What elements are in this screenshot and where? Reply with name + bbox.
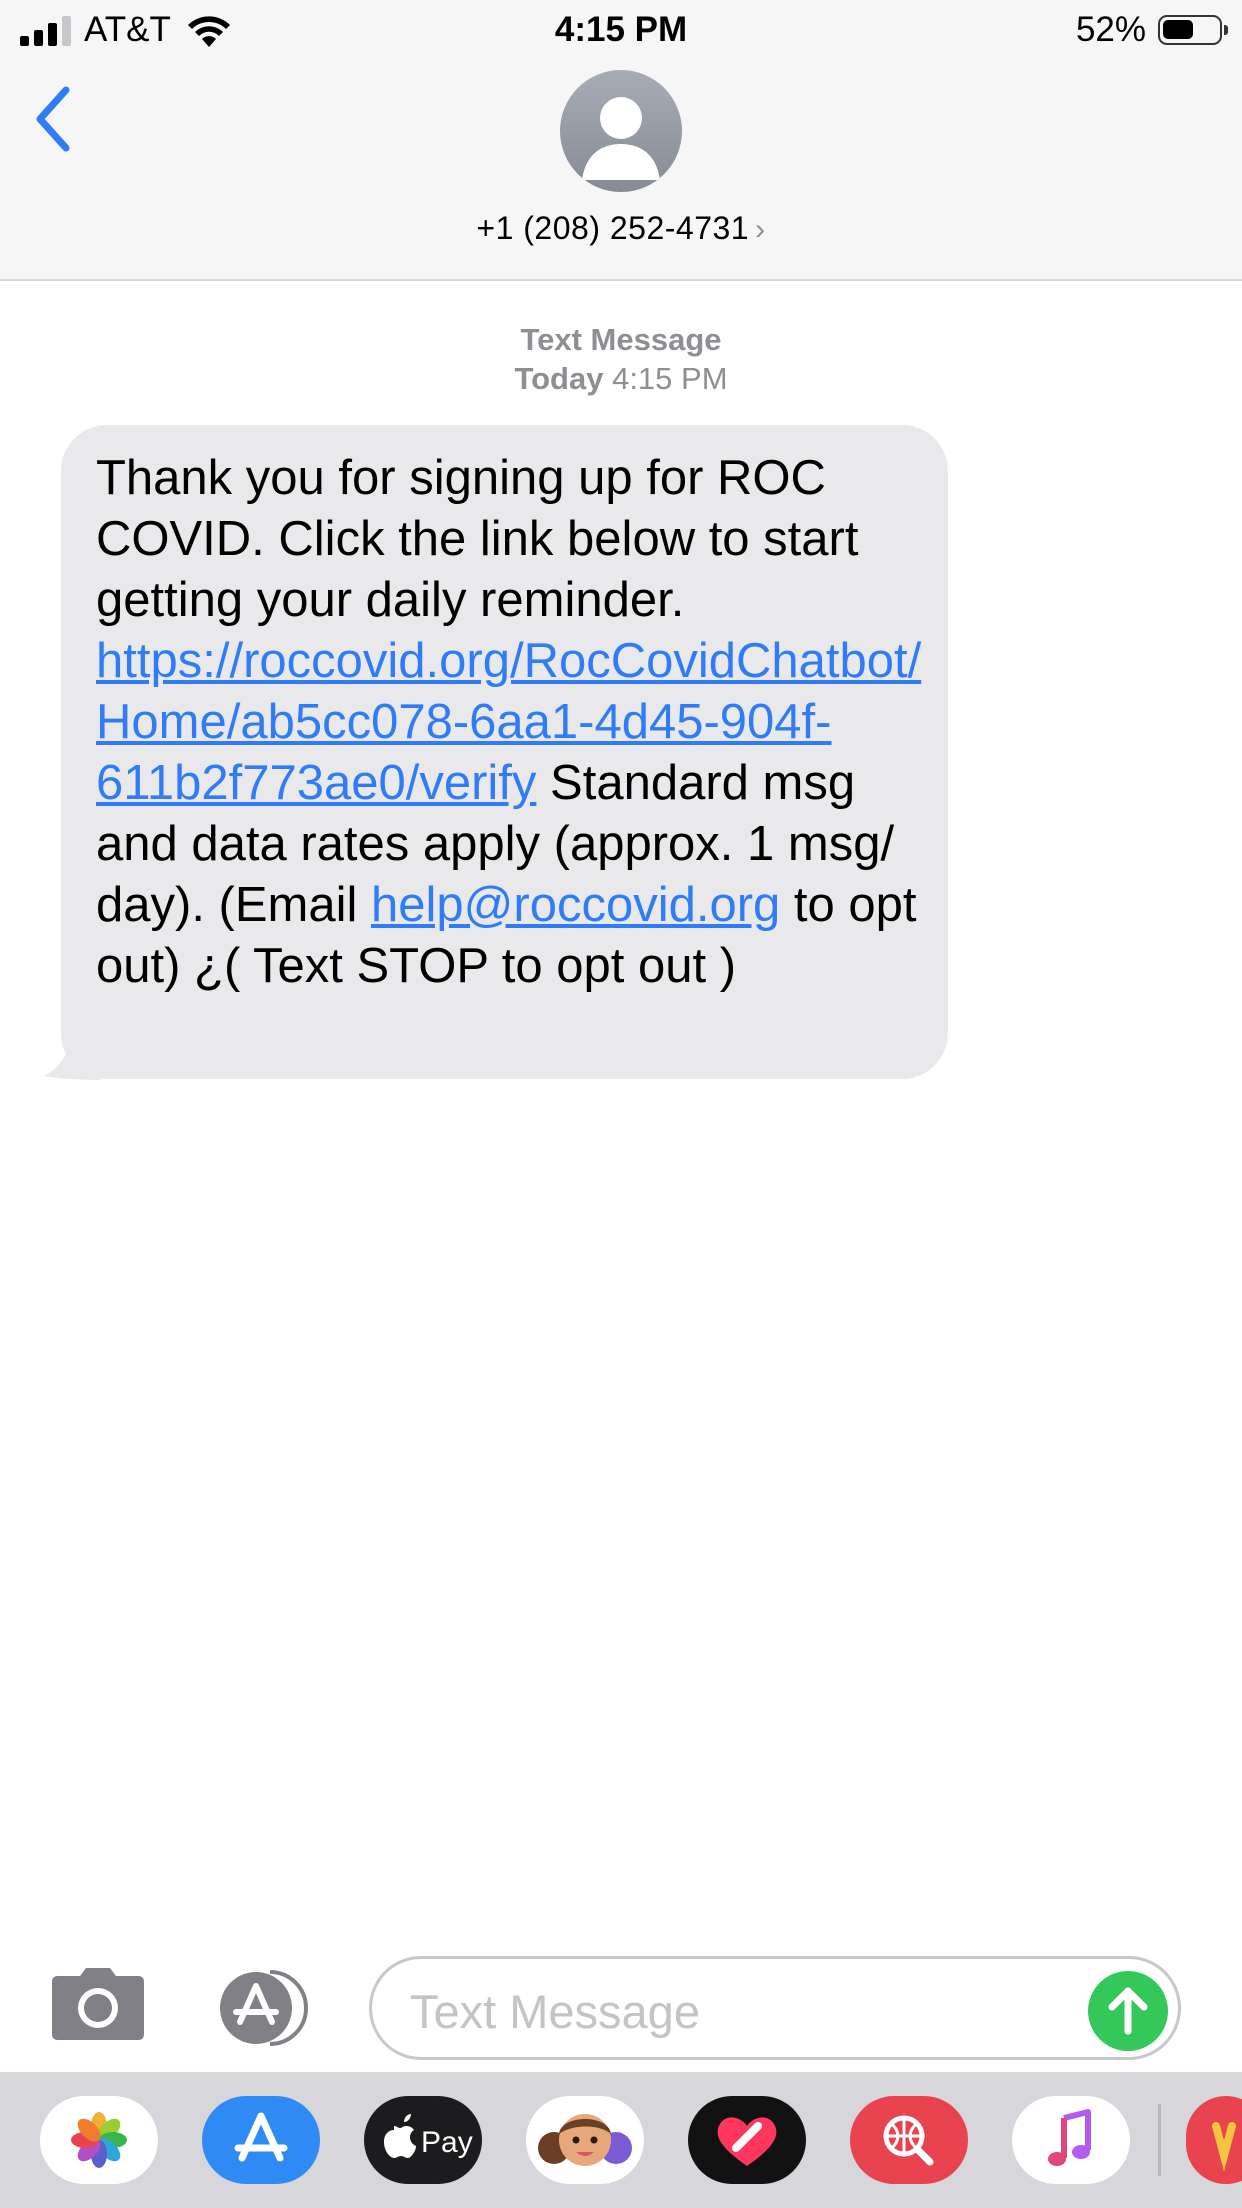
send-button[interactable] [1088, 1971, 1168, 2051]
battery-percentage: 52% [1075, 10, 1146, 49]
message-text: Thank you for signing up for ROC COVID. … [96, 448, 926, 997]
message-time: 4:15 PM [612, 361, 728, 396]
message-service-label: Text Message [520, 322, 722, 357]
battery-icon [1158, 15, 1228, 45]
back-chevron-icon[interactable] [28, 82, 78, 156]
contact-avatar[interactable] [560, 70, 682, 192]
music-app-icon[interactable] [1012, 2096, 1130, 2184]
app-drawer-divider [1158, 2104, 1161, 2176]
conversation-header: AT&T 4:15 PM 52% +1 (208) 252-4731 › [0, 0, 1242, 281]
images-search-app-icon[interactable] [850, 2096, 968, 2184]
contact-name-button[interactable]: +1 (208) 252-4731 › [0, 210, 1242, 247]
message-text-part1: Thank you for signing up for ROC COVID. … [96, 451, 859, 627]
chevron-right-icon: › [755, 213, 766, 246]
status-bar: AT&T 4:15 PM 52% [0, 0, 1242, 62]
app-store-drawer-icon[interactable] [210, 1968, 320, 2048]
digital-touch-app-icon[interactable] [688, 2096, 806, 2184]
apple-pay-label: Pay [421, 2126, 473, 2159]
contact-phone-number: +1 (208) 252-4731 [476, 210, 750, 246]
app-store-app-icon[interactable] [202, 2096, 320, 2184]
help-email-link[interactable]: help@roccovid.org [371, 878, 780, 932]
arrow-up-icon [1108, 1987, 1148, 2035]
message-input[interactable]: Text Message [369, 1956, 1181, 2060]
memoji-app-icon[interactable] [526, 2096, 644, 2184]
person-silhouette-icon [582, 97, 660, 180]
message-input-placeholder: Text Message [410, 1985, 700, 2038]
photos-app-icon[interactable] [40, 2096, 158, 2184]
camera-icon[interactable] [50, 1966, 146, 2042]
apple-pay-app-icon[interactable]: Pay [364, 2096, 482, 2184]
message-timestamp: Text Message Today 4:15 PM [0, 320, 1242, 398]
status-time: 4:15 PM [554, 10, 688, 49]
message-day: Today [514, 361, 604, 396]
